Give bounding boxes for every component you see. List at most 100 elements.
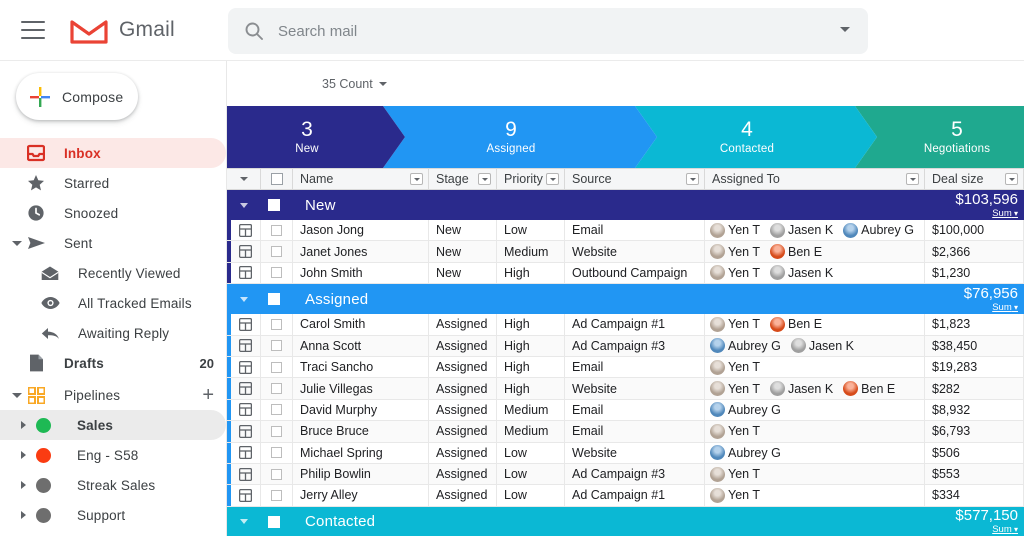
cell-assigned-to[interactable]: Yen T	[705, 463, 925, 485]
table-row[interactable]: Janet Jones New Medium Website Yen T Ben E $2,…	[227, 241, 1024, 263]
column-header-source[interactable]: Source	[565, 169, 705, 189]
cell-deal-size[interactable]: $553	[925, 463, 1024, 485]
cell-priority[interactable]: High	[497, 356, 565, 378]
row-checkbox-cell[interactable]	[261, 220, 293, 241]
cell-assigned-to[interactable]: Yen T Ben E	[705, 241, 925, 262]
cell-priority[interactable]: High	[497, 262, 565, 284]
column-filter-icon[interactable]	[686, 173, 699, 185]
cell-priority[interactable]: Medium	[497, 241, 565, 262]
sidebar-item-awaiting-reply[interactable]: Awaiting Reply	[0, 318, 226, 348]
open-box-icon[interactable]	[231, 485, 261, 506]
cell-stage[interactable]: New	[429, 262, 497, 284]
group-sum-label[interactable]: Sum	[992, 524, 1018, 535]
table-row[interactable]: Traci Sancho Assigned High Email Yen T $19,28…	[227, 356, 1024, 379]
cell-stage[interactable]: New	[429, 220, 497, 241]
group-sum[interactable]: $76,956 Sum	[934, 286, 1024, 313]
table-row[interactable]: Jerry Alley Assigned Low Ad Campaign #1 Yen …	[227, 485, 1024, 507]
pipeline-item-support[interactable]: Support	[0, 500, 226, 530]
cell-name[interactable]: Julie Villegas	[293, 378, 429, 399]
row-checkbox-cell[interactable]	[261, 442, 293, 463]
cell-source[interactable]: Ad Campaign #1	[565, 485, 705, 506]
column-filter-icon[interactable]	[1005, 173, 1018, 185]
cell-name[interactable]: Traci Sancho	[293, 356, 429, 378]
row-checkbox[interactable]	[271, 447, 282, 459]
cell-name[interactable]: Anna Scott	[293, 335, 429, 356]
pipeline-expander-chevron-right-icon[interactable]	[21, 451, 26, 459]
sidebar-item-recently-viewed[interactable]: Recently Viewed	[0, 258, 226, 288]
column-header-checkbox[interactable]	[261, 169, 293, 189]
column-header-assigned-to[interactable]: Assigned To	[705, 169, 925, 189]
cell-stage[interactable]: Assigned	[429, 442, 497, 463]
group-select-checkbox[interactable]	[268, 199, 280, 211]
group-sum[interactable]: $103,596 Sum	[934, 192, 1024, 219]
row-checkbox-cell[interactable]	[261, 463, 293, 485]
cell-name[interactable]: Carol Smith	[293, 314, 429, 335]
cell-assigned-to[interactable]: Aubrey G	[705, 442, 925, 463]
cell-name[interactable]: Jason Jong	[293, 220, 429, 241]
group-sum[interactable]: $577,150 Sum	[934, 508, 1024, 535]
open-box-icon[interactable]	[231, 241, 261, 262]
cell-source[interactable]: Outbound Campaign	[565, 262, 705, 284]
cell-source[interactable]: Website	[565, 378, 705, 399]
open-box-icon[interactable]	[231, 378, 261, 399]
row-checkbox-cell[interactable]	[261, 335, 293, 356]
pipeline-item-streak-partnerships[interactable]: Streak Partnerships	[0, 530, 226, 536]
column-filter-icon[interactable]	[546, 173, 559, 185]
pipelines-expander-chevron-down-icon[interactable]	[12, 392, 22, 398]
cell-assigned-to[interactable]: Yen T	[705, 356, 925, 378]
add-pipeline-button[interactable]: +	[202, 385, 214, 405]
group-select-checkbox[interactable]	[268, 515, 280, 528]
search-options-chevron-down-icon[interactable]	[838, 22, 852, 41]
cell-source[interactable]: Website	[565, 442, 705, 463]
search-input[interactable]	[278, 22, 838, 40]
table-row[interactable]: John Smith New High Outbound Campaign Yen T J…	[227, 262, 1024, 285]
group-header-assigned[interactable]: Assigned $76,956 Sum	[227, 284, 1024, 315]
cell-deal-size[interactable]: $506	[925, 442, 1024, 463]
stage-assigned[interactable]: 9 Assigned	[383, 106, 657, 168]
group-select-checkbox[interactable]	[268, 293, 280, 306]
sidebar-item-starred[interactable]: Starred	[0, 168, 226, 198]
sidebar-item-snoozed[interactable]: Snoozed	[0, 198, 226, 228]
group-sum-label[interactable]: Sum	[992, 302, 1018, 313]
sidebar-item-all-tracked-emails[interactable]: All Tracked Emails	[0, 288, 226, 318]
cell-assigned-to[interactable]: Yen T Jasen K	[705, 262, 925, 284]
cell-stage[interactable]: Assigned	[429, 399, 497, 421]
table-row[interactable]: David Murphy Assigned Medium Email Aubrey G $…	[227, 399, 1024, 422]
row-checkbox[interactable]	[271, 489, 282, 501]
cell-source[interactable]: Ad Campaign #3	[565, 335, 705, 356]
record-count-label[interactable]: 35 Count	[322, 77, 373, 91]
cell-source[interactable]: Email	[565, 421, 705, 442]
cell-deal-size[interactable]: $282	[925, 378, 1024, 399]
column-filter-icon[interactable]	[410, 173, 423, 185]
cell-source[interactable]: Email	[565, 356, 705, 378]
pipeline-expander-chevron-right-icon[interactable]	[21, 421, 26, 429]
pipeline-expander-chevron-right-icon[interactable]	[21, 481, 26, 489]
cell-source[interactable]: Ad Campaign #3	[565, 463, 705, 485]
column-header-deal-size[interactable]: Deal size	[925, 169, 1024, 189]
cell-assigned-to[interactable]: Yen T	[705, 485, 925, 506]
sidebar-item-sent[interactable]: Sent	[0, 228, 226, 258]
cell-stage[interactable]: Assigned	[429, 335, 497, 356]
open-box-icon[interactable]	[231, 356, 261, 378]
cell-stage[interactable]: New	[429, 241, 497, 262]
stage-negotiations[interactable]: 5 Negotiations	[855, 106, 1024, 168]
cell-deal-size[interactable]: $6,793	[925, 421, 1024, 442]
column-filter-icon[interactable]	[478, 173, 491, 185]
row-checkbox[interactable]	[271, 246, 282, 258]
group-sum-label[interactable]: Sum	[992, 208, 1018, 219]
table-row[interactable]: Bruce Bruce Assigned Medium Email Yen T $6,79…	[227, 421, 1024, 443]
search-bar[interactable]	[228, 8, 868, 54]
cell-deal-size[interactable]: $8,932	[925, 399, 1024, 421]
count-chevron-down-icon[interactable]	[378, 81, 387, 86]
pipeline-item-sales[interactable]: Sales	[0, 410, 226, 440]
group-collapse-chevron-down-icon[interactable]	[240, 202, 248, 208]
row-checkbox[interactable]	[271, 383, 282, 395]
table-row[interactable]: Jason Jong New Low Email Yen T Jasen K Aubrey …	[227, 220, 1024, 242]
cell-name[interactable]: Michael Spring	[293, 442, 429, 463]
row-checkbox-cell[interactable]	[261, 485, 293, 506]
stage-contacted[interactable]: 4 Contacted	[635, 106, 877, 168]
cell-deal-size[interactable]: $1,823	[925, 314, 1024, 335]
open-box-icon[interactable]	[231, 463, 261, 485]
cell-priority[interactable]: High	[497, 314, 565, 335]
row-checkbox[interactable]	[271, 361, 282, 373]
